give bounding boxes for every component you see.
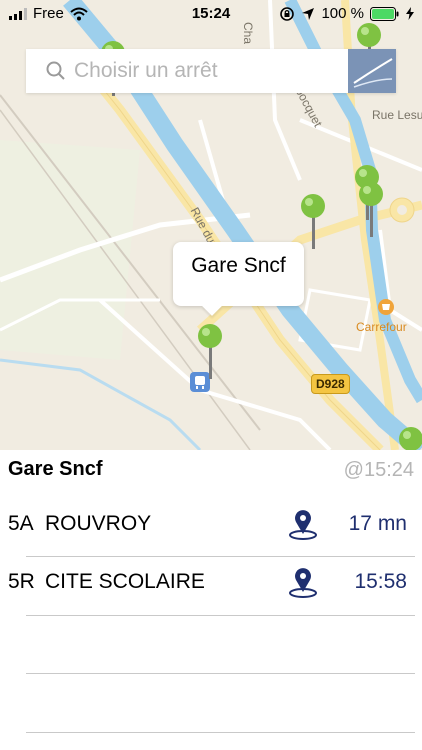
destination-label: ROUVROY xyxy=(45,512,152,535)
lock-rotation-icon xyxy=(280,6,295,21)
stop-title: Gare Sncf xyxy=(8,458,103,480)
location-arrow-icon xyxy=(302,7,315,20)
stop-pin[interactable] xyxy=(398,426,422,450)
map-street-label: Rue Lesu xyxy=(372,108,422,122)
line-number: 5R xyxy=(8,570,35,593)
destination-label: CITE SCOLAIRE xyxy=(45,570,205,593)
stop-search-bar[interactable] xyxy=(26,49,396,93)
wait-time: 15:58 xyxy=(354,570,407,593)
network-logo[interactable] xyxy=(348,49,396,93)
stop-pin[interactable] xyxy=(300,193,326,249)
battery-percent: 100 % xyxy=(321,5,364,22)
poi-label[interactable]: Carrefour xyxy=(356,320,407,334)
departures-panel: Gare Sncf @15:24 5A ROUVROY 17 mn 5R CIT… xyxy=(0,450,422,750)
map-pin-icon[interactable] xyxy=(288,566,318,598)
charging-bolt-icon xyxy=(406,7,414,20)
stop-callout[interactable]: Gare Sncf xyxy=(173,242,304,316)
update-time: @15:24 xyxy=(343,459,414,481)
departure-row[interactable]: 5R CITE SCOLAIRE 15:58 xyxy=(0,556,422,614)
search-input[interactable] xyxy=(74,49,344,93)
row-divider xyxy=(26,673,415,674)
map-pin-icon[interactable] xyxy=(288,508,318,540)
road-number-badge: D928 xyxy=(311,374,350,394)
row-divider xyxy=(26,615,415,616)
battery-icon xyxy=(370,6,399,21)
row-divider xyxy=(26,732,415,733)
line-number: 5A xyxy=(8,512,34,535)
logo-swoosh xyxy=(353,58,393,88)
selected-stop-pin[interactable] xyxy=(197,323,223,379)
callout-title: Gare Sncf xyxy=(191,254,286,277)
stop-pin[interactable] xyxy=(358,181,384,237)
departure-row[interactable]: 5A ROUVROY 17 mn xyxy=(0,498,422,556)
wait-time: 17 mn xyxy=(348,512,407,535)
search-icon xyxy=(46,61,65,80)
status-bar: Free 15:24 100 % xyxy=(0,0,422,28)
